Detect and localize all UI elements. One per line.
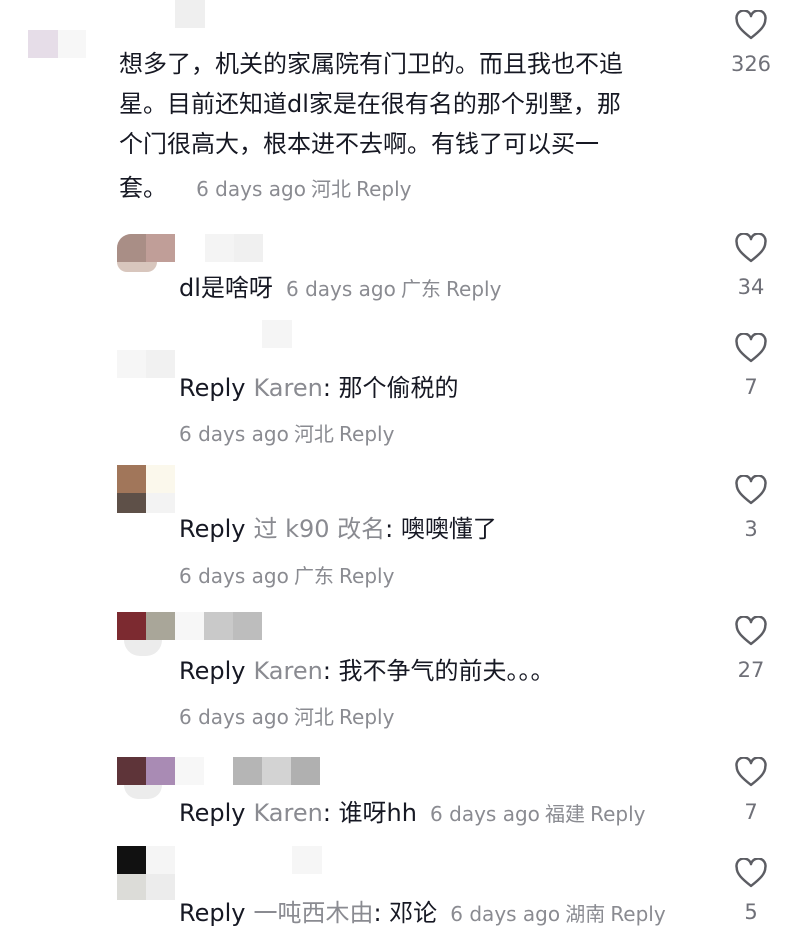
username-blur[interactable]: [175, 612, 262, 640]
comment-text: dl是啥呀: [179, 274, 273, 302]
comment-text: : 噢噢懂了: [385, 515, 497, 543]
timestamp: 6 days ago: [179, 564, 289, 588]
heart-outline-icon: [735, 9, 767, 40]
heart-outline-icon: [735, 756, 767, 787]
heart-outline-icon: [735, 857, 767, 888]
heart-outline-icon: [735, 232, 767, 263]
location: 河北: [293, 705, 334, 729]
location: 广东: [400, 277, 441, 301]
avatar[interactable]: [117, 350, 175, 378]
timestamp: 6 days ago: [179, 705, 289, 729]
comment-line-1: 想多了，机关的家属院有门卫的。而且我也不追: [119, 50, 623, 78]
comment-row: Reply Karen: 我不争气的前夫。。。: [179, 651, 555, 691]
timestamp: 6 days ago: [196, 177, 306, 201]
reply-prefix: Reply: [179, 799, 246, 827]
username-blur[interactable]: [292, 846, 322, 874]
timestamp: 6 days ago: [450, 902, 561, 926]
comment-text: : 那个偷税的: [322, 374, 459, 402]
like-count: 34: [737, 275, 765, 299]
avatar[interactable]: [117, 757, 175, 785]
timestamp: 6 days ago: [286, 277, 396, 301]
username-blur[interactable]: [175, 757, 320, 785]
comment-text: : 邓论: [373, 899, 438, 927]
like-count: 7: [744, 375, 758, 399]
reply-link[interactable]: Reply: [356, 177, 411, 201]
like-count: 326: [730, 52, 772, 76]
meta-row: 6 days ago 河北 Reply: [179, 418, 394, 447]
like-button[interactable]: [734, 332, 768, 367]
avatar[interactable]: [117, 234, 175, 262]
reply-to-user[interactable]: Karen: [253, 374, 322, 402]
avatar-lower: [124, 785, 162, 799]
location: 河北: [311, 177, 352, 201]
comment-last-line: 套。 6 days ago 河北 Reply: [119, 168, 412, 208]
avatar-lower: [117, 262, 157, 272]
username-blur[interactable]: [205, 234, 263, 262]
avatar-lower: [124, 640, 162, 656]
timestamp: 6 days ago: [179, 422, 289, 446]
comment-row: Reply Karen: 谁呀hh 6 days ago 福建 Reply: [179, 793, 645, 833]
meta-row: 6 days ago 河北 Reply: [179, 701, 394, 730]
comment-text: : 谁呀hh: [322, 799, 417, 827]
reply-to-user[interactable]: 一吨西木由: [253, 899, 373, 927]
avatar-lower: [117, 874, 175, 900]
location: 湖南: [565, 902, 606, 926]
username-blur[interactable]: [175, 0, 205, 28]
like-button[interactable]: [734, 474, 768, 509]
reply-prefix: Reply: [179, 515, 246, 543]
timestamp: 6 days ago: [430, 802, 540, 826]
reply-link[interactable]: Reply: [339, 422, 394, 446]
reply-link[interactable]: Reply: [610, 902, 665, 926]
avatar-lower: [117, 493, 175, 513]
avatar[interactable]: [117, 612, 175, 640]
reply-to-user[interactable]: 过 k90 改名: [253, 515, 385, 543]
reply-link[interactable]: Reply: [446, 277, 501, 301]
heart-outline-icon: [735, 615, 767, 646]
like-count: 7: [744, 800, 758, 824]
comment-line-2: 星。目前还知道dl家是在很有名的那个别墅，那: [119, 90, 621, 118]
reply-prefix: Reply: [179, 374, 246, 402]
like-button[interactable]: [734, 232, 768, 267]
location: 福建: [544, 802, 585, 826]
avatar[interactable]: [28, 30, 86, 58]
like-button[interactable]: [734, 9, 768, 44]
reply-prefix: Reply: [179, 657, 246, 685]
location: 河北: [293, 422, 334, 446]
heart-outline-icon: [735, 474, 767, 505]
comment-line-3: 个门很高大，根本进不去啊。有钱了可以买一: [119, 130, 599, 158]
comment-row: Reply 过 k90 改名: 噢噢懂了: [179, 509, 497, 549]
heart-outline-icon: [735, 332, 767, 363]
like-button[interactable]: [734, 857, 768, 892]
reply-to-user[interactable]: Karen: [253, 799, 322, 827]
avatar[interactable]: [117, 465, 175, 493]
reply-link[interactable]: Reply: [339, 705, 394, 729]
like-button[interactable]: [734, 615, 768, 650]
username-blur[interactable]: [262, 320, 292, 348]
location: 广东: [293, 564, 334, 588]
like-button[interactable]: [734, 756, 768, 791]
comment-row: Reply Karen: 那个偷税的: [179, 368, 459, 408]
like-count: 27: [737, 658, 765, 682]
avatar[interactable]: [117, 846, 175, 874]
reply-link[interactable]: Reply: [590, 802, 645, 826]
like-count: 5: [744, 900, 758, 924]
reply-prefix: Reply: [179, 899, 246, 927]
comment-row: dl是啥呀 6 days ago 广东 Reply: [179, 268, 501, 308]
comment-text: : 我不争气的前夫。。。: [322, 657, 555, 685]
comment-row: Reply 一吨西木由: 邓论 6 days ago 湖南 Reply: [179, 893, 666, 933]
reply-to-user[interactable]: Karen: [253, 657, 322, 685]
meta-row: 6 days ago 广东 Reply: [179, 560, 394, 589]
reply-link[interactable]: Reply: [339, 564, 394, 588]
comment-line-4: 套。: [119, 174, 167, 202]
like-count: 3: [744, 517, 758, 541]
